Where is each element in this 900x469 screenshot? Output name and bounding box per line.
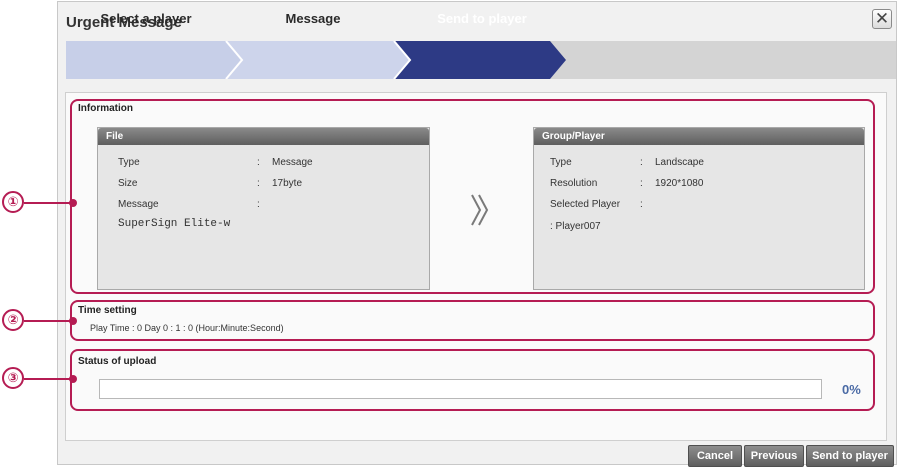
previous-button[interactable]: Previous (744, 445, 804, 467)
callout-line-2 (24, 320, 72, 322)
callout-line-1 (24, 202, 72, 204)
wizard-step-select-player: Select a player (100, 11, 192, 26)
callout-dot-2 (69, 317, 77, 325)
callout-outline-3 (70, 349, 875, 411)
cancel-button[interactable]: Cancel (688, 445, 742, 467)
callout-outline-2 (70, 300, 875, 341)
callout-dot-1 (69, 199, 77, 207)
callout-number-1: ① (2, 191, 24, 213)
wizard-step-send-to-player: Send to player (437, 11, 527, 26)
send-to-player-button[interactable]: Send to player (806, 445, 894, 467)
wizard-step-message: Message (285, 11, 341, 26)
callout-number-2: ② (2, 309, 24, 331)
callout-line-3 (24, 378, 72, 380)
callout-outline-1 (70, 99, 875, 294)
close-icon[interactable]: ✕ (872, 9, 892, 29)
callout-dot-3 (69, 375, 77, 383)
wizard-bar (66, 41, 896, 79)
callout-number-3: ③ (2, 367, 24, 389)
